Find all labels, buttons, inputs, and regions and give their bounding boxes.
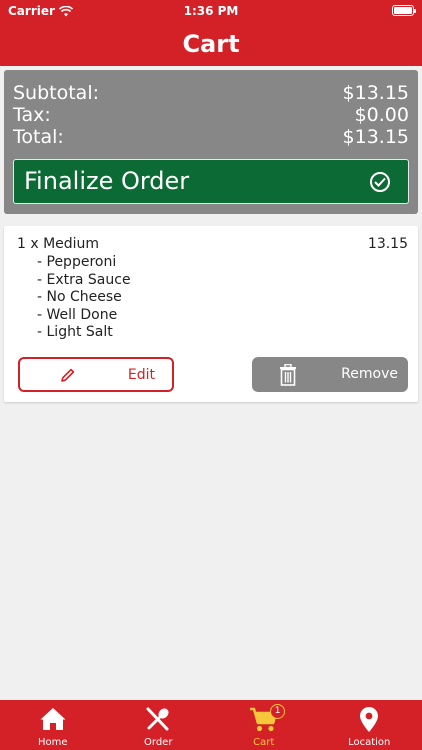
tab-location[interactable]: Location — [317, 700, 422, 750]
utensils-icon — [146, 707, 169, 731]
cart-count-badge: 1 — [270, 704, 286, 719]
item-option: - Light Salt — [37, 324, 113, 341]
tab-order-label: Order — [144, 737, 173, 748]
subtotal-label: Subtotal: — [13, 82, 100, 104]
item-options: - Pepperoni - Extra Sauce - No Cheese - … — [37, 254, 131, 342]
page-title: Cart — [0, 22, 422, 66]
check-circle-icon — [370, 172, 390, 192]
tax-value: $0.00 — [354, 104, 409, 126]
tab-cart[interactable]: 1 Cart — [211, 700, 317, 750]
edit-button[interactable]: Edit — [18, 357, 174, 392]
subtotal-row: Subtotal: $13.15 — [13, 82, 409, 104]
edit-label: Edit — [127, 367, 155, 383]
item-option: - Extra Sauce — [37, 271, 131, 288]
battery-icon — [392, 5, 416, 16]
tax-row: Tax: $0.00 — [13, 104, 409, 126]
remove-label: Remove — [341, 366, 398, 382]
tab-order[interactable]: Order — [106, 700, 212, 750]
clock: 1:36 PM — [183, 4, 239, 18]
tab-home[interactable]: Home — [0, 700, 106, 750]
location-pin-icon — [360, 707, 379, 732]
cart-item: 1 x Medium 13.15 - Pepperoni - Extra Sau… — [4, 226, 418, 402]
finalize-order-button[interactable]: Finalize Order — [13, 159, 409, 204]
remove-button[interactable]: Remove — [252, 357, 408, 392]
tab-cart-label: Cart — [253, 737, 275, 748]
tab-location-label: Location — [348, 737, 391, 748]
order-summary: Subtotal: $13.15 Tax: $0.00 Total: $13.1… — [4, 70, 418, 214]
total-label: Total: — [13, 126, 64, 148]
home-icon — [40, 708, 66, 730]
pencil-icon — [61, 368, 75, 382]
total-row: Total: $13.15 — [13, 126, 409, 148]
tab-home-label: Home — [37, 737, 68, 748]
item-price: 13.15 — [367, 236, 408, 252]
item-option: - Well Done — [37, 306, 118, 323]
subtotal-value: $13.15 — [342, 82, 409, 104]
trash-icon — [280, 364, 296, 386]
item-title: 1 x Medium — [17, 236, 100, 252]
tab-bar: Home Order 1 Cart Location — [0, 700, 422, 750]
item-option: - Pepperoni — [37, 254, 117, 270]
status-bar: Carrier 1:36 PM — [0, 0, 422, 22]
total-value: $13.15 — [342, 126, 409, 148]
finalize-order-label: Finalize Order — [24, 167, 190, 195]
item-option: - No Cheese — [37, 289, 122, 306]
tax-label: Tax: — [13, 104, 51, 126]
